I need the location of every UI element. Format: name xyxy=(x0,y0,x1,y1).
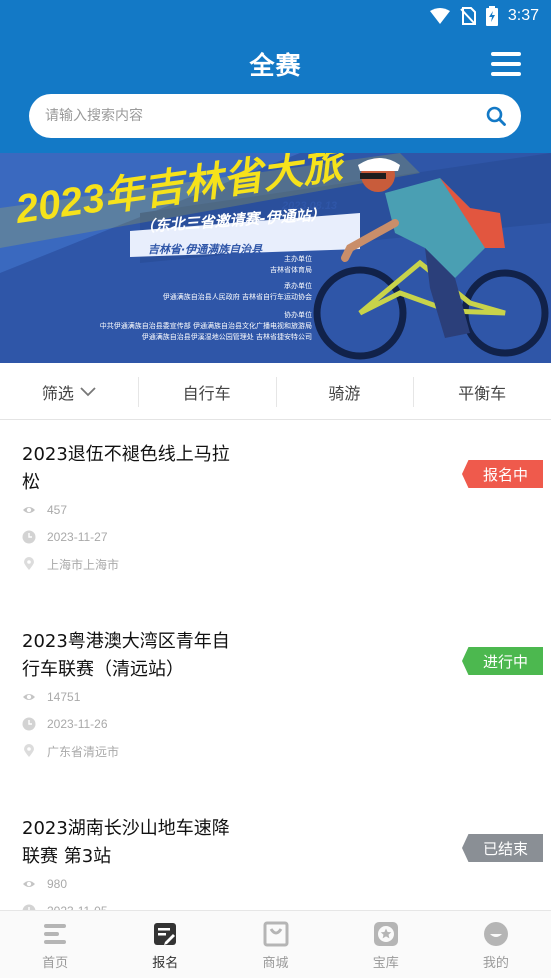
tab-bicycle[interactable]: 自行车 xyxy=(137,363,276,420)
eye-icon xyxy=(23,694,35,700)
app-header: 全赛 xyxy=(0,32,551,153)
status-badge: 报名中 xyxy=(462,460,543,488)
event-location: 广东省清远市 xyxy=(22,741,119,761)
location-text: 上海市上海市 xyxy=(47,557,120,572)
banner-organizer: 吉林省体育局 xyxy=(270,265,312,274)
location-pin-icon xyxy=(24,557,34,570)
filter-label: 筛选 xyxy=(41,383,74,403)
banner-co-title: 协办单位 xyxy=(284,310,312,319)
banner-date: 2023.08.13 xyxy=(281,200,337,212)
treasure-star-icon xyxy=(373,922,398,946)
tab-label: 骑游 xyxy=(328,383,361,403)
signup-edit-icon xyxy=(154,923,177,945)
clock-icon xyxy=(22,530,36,544)
filter-bar: 筛选 自行车 骑游 平衡车 xyxy=(0,363,551,420)
event-title: 2023退伍不褪色线上马拉松 xyxy=(22,444,230,493)
event-date: 2023-11-27 xyxy=(22,527,108,547)
banner-location: 吉林省·伊通满族自治县 xyxy=(148,243,263,256)
nav-treasure[interactable]: 宝库 xyxy=(331,911,441,978)
menu-line xyxy=(491,72,521,76)
battery-icon xyxy=(485,6,498,26)
event-title: 2023粤港澳大湾区青年自行车联赛（清远站） xyxy=(22,631,230,680)
nav-signup[interactable]: 报名 xyxy=(110,911,220,978)
event-banner[interactable]: 2023年吉林省大旅 （东北三省邀请赛-伊通站） 吉林省·伊通满族自治县 202… xyxy=(0,153,551,363)
search-icon[interactable] xyxy=(485,105,507,127)
nav-shop[interactable]: 商城 xyxy=(220,911,330,978)
status-badge: 进行中 xyxy=(462,647,543,675)
nav-label: 我的 xyxy=(482,956,509,971)
event-views: 457 xyxy=(22,500,67,520)
list-item[interactable]: 2023粤港澳大湾区青年自行车联赛（清远站） 进行中 14751 2023-11… xyxy=(0,608,551,795)
date-text: 2023-11-27 xyxy=(47,530,108,544)
app-title: 全赛 xyxy=(249,51,302,80)
chevron-down-icon xyxy=(80,386,96,396)
nav-label: 商城 xyxy=(262,956,289,971)
event-list: 2023退伍不褪色线上马拉松 报名中 457 2023-11-27 上海市上海市… xyxy=(0,421,551,910)
banner-co-line1: 中共伊通满族自治县委宣传部 伊通满族自治县文化广播电视和旅游局 xyxy=(100,321,312,330)
banner-co-line2: 伊通满族自治县伊溪湿地公园管理处 吉林省捷安特公司 xyxy=(142,332,312,341)
list-item[interactable]: 2023湖南长沙山地车速降联赛 第3站 已结束 980 2023-11-05 xyxy=(0,795,551,910)
eye-icon xyxy=(23,507,35,513)
event-date: 2023-11-26 xyxy=(22,714,108,734)
tab-label: 平衡车 xyxy=(458,383,507,403)
status-time: 3:37 xyxy=(507,7,539,24)
banner-artwork: 2023年吉林省大旅 （东北三省邀请赛-伊通站） 吉林省·伊通满族自治县 202… xyxy=(0,153,551,363)
status-bar: 3:37 xyxy=(0,0,551,32)
bottom-nav: 首页 报名 商城 宝库 我的 xyxy=(0,910,551,978)
event-views: 14751 xyxy=(22,687,80,707)
views-count: 980 xyxy=(47,877,68,891)
search-box xyxy=(29,94,521,138)
event-title: 2023湖南长沙山地车速降联赛 第3站 xyxy=(22,818,230,867)
views-count: 14751 xyxy=(47,690,81,704)
nav-home[interactable]: 首页 xyxy=(0,911,110,978)
menu-line xyxy=(491,62,521,66)
list-item[interactable]: 2023退伍不褪色线上马拉松 报名中 457 2023-11-27 上海市上海市 xyxy=(0,421,551,608)
tab-balance-bike[interactable]: 平衡车 xyxy=(413,363,551,420)
location-pin-icon xyxy=(24,744,34,757)
banner-host-title: 承办单位 xyxy=(284,281,312,290)
search-input[interactable] xyxy=(45,94,465,138)
tab-cycling-tour[interactable]: 骑游 xyxy=(275,363,414,420)
nav-profile[interactable]: 我的 xyxy=(441,911,551,978)
event-views: 980 xyxy=(22,874,67,894)
wifi-icon xyxy=(429,8,450,24)
date-text: 2023-11-26 xyxy=(47,717,108,731)
status-icons: 3:37 xyxy=(429,6,539,26)
eye-icon xyxy=(23,881,35,887)
home-list-icon xyxy=(44,924,67,944)
status-badge: 已结束 xyxy=(462,834,543,862)
profile-icon xyxy=(483,922,508,946)
event-date: 2023-11-05 xyxy=(22,901,108,910)
shop-bag-icon xyxy=(263,921,288,947)
nav-label: 首页 xyxy=(42,956,69,971)
no-sim-icon xyxy=(460,7,476,25)
menu-line xyxy=(491,52,521,56)
location-text: 广东省清远市 xyxy=(47,744,120,759)
filter-dropdown[interactable]: 筛选 xyxy=(0,363,138,420)
nav-label: 宝库 xyxy=(372,956,399,971)
tab-label: 自行车 xyxy=(182,383,231,403)
event-location: 上海市上海市 xyxy=(22,554,119,574)
menu-button[interactable] xyxy=(491,52,521,76)
nav-label: 报名 xyxy=(152,956,179,971)
banner-host: 伊通满族自治县人民政府 吉林省自行车运动协会 xyxy=(163,292,312,301)
clock-icon xyxy=(22,717,36,731)
views-count: 457 xyxy=(47,503,68,517)
banner-organizer-title: 主办单位 xyxy=(284,254,312,263)
